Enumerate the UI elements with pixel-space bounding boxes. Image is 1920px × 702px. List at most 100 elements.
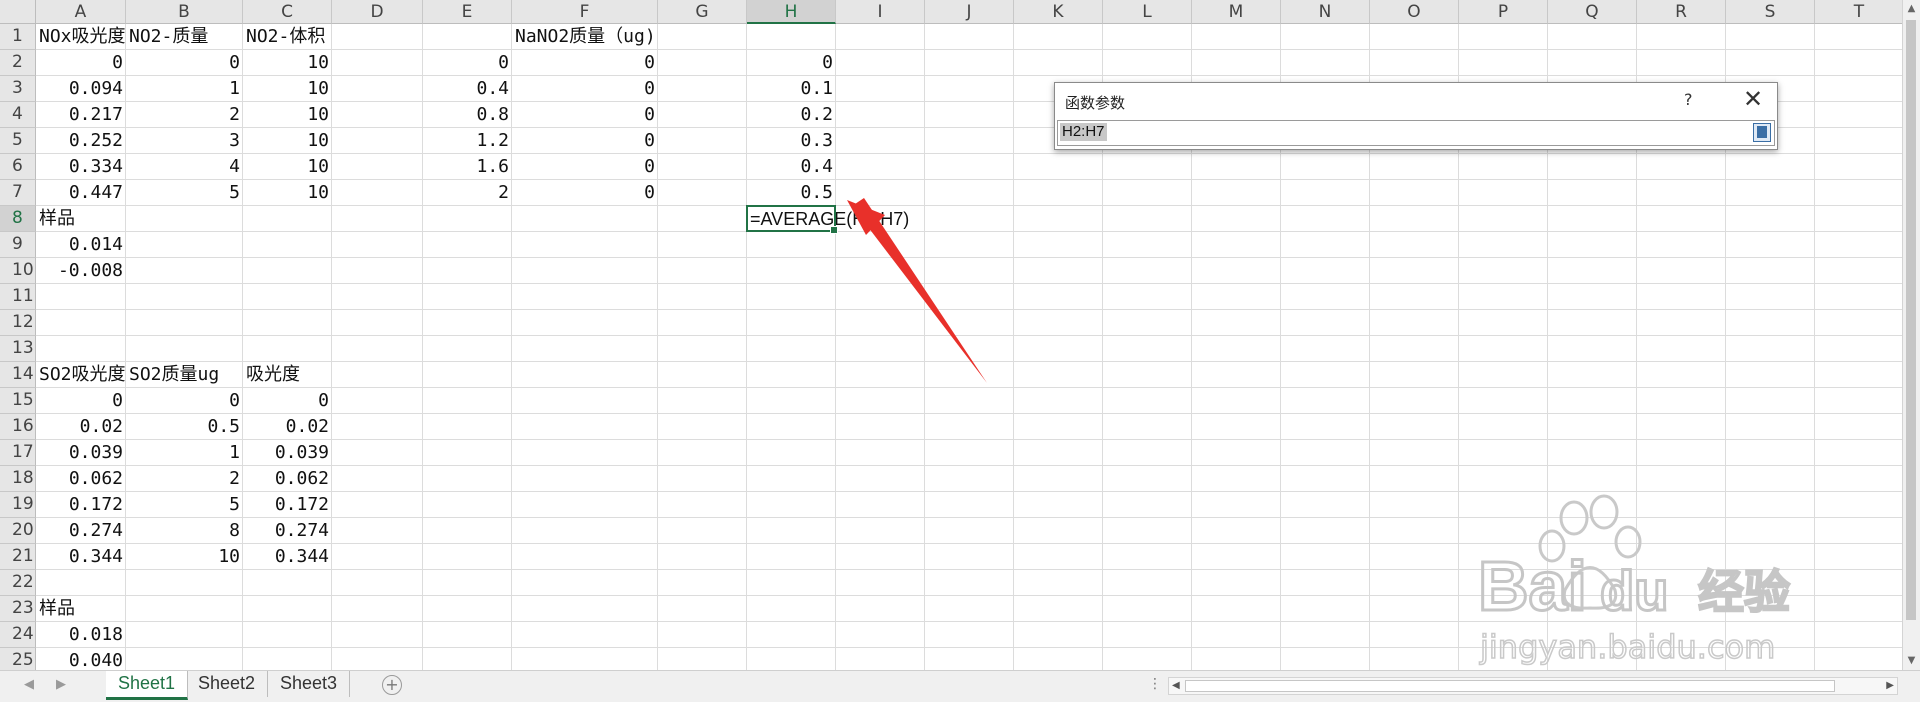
cell-a10[interactable]: -0.008 xyxy=(36,258,126,284)
row-header-18[interactable]: 18 xyxy=(0,466,36,492)
cell-c5[interactable]: 10 xyxy=(243,128,332,154)
cell-c18[interactable]: 0.062 xyxy=(243,466,332,492)
range-input-field[interactable]: H2:H7 xyxy=(1057,120,1775,146)
column-header-a[interactable]: A xyxy=(36,0,126,24)
scroll-left-icon[interactable]: ◀ xyxy=(1172,678,1180,694)
row-header-6[interactable]: 6 xyxy=(0,154,36,180)
tab-sheet2[interactable]: Sheet2 xyxy=(186,671,269,697)
row-header-2[interactable]: 2 xyxy=(0,50,36,76)
cell-a2[interactable]: 0 xyxy=(36,50,126,76)
add-sheet-icon[interactable]: + xyxy=(382,675,402,695)
cell-a20[interactable]: 0.274 xyxy=(36,518,126,544)
cell-f2[interactable]: 0 xyxy=(512,50,658,76)
cell-e4[interactable]: 0.8 xyxy=(423,102,512,128)
scroll-up-icon[interactable]: ▲ xyxy=(1903,0,1920,18)
select-all-corner[interactable] xyxy=(0,0,36,24)
cell-b5[interactable]: 3 xyxy=(126,128,243,154)
cell-a9[interactable]: 0.014 xyxy=(36,232,126,258)
column-header-k[interactable]: K xyxy=(1014,0,1103,24)
row-header-11[interactable]: 11 xyxy=(0,284,36,310)
cell-a6[interactable]: 0.334 xyxy=(36,154,126,180)
cell-e5[interactable]: 1.2 xyxy=(423,128,512,154)
cell-e7[interactable]: 2 xyxy=(423,180,512,206)
cell-a21[interactable]: 0.344 xyxy=(36,544,126,570)
cell-h3[interactable]: 0.1 xyxy=(747,76,836,102)
cell-h7[interactable]: 0.5 xyxy=(747,180,836,206)
column-header-q[interactable]: Q xyxy=(1548,0,1637,24)
column-header-d[interactable]: D xyxy=(332,0,423,24)
column-header-j[interactable]: J xyxy=(925,0,1014,24)
cell-e6[interactable]: 1.6 xyxy=(423,154,512,180)
range-input-value[interactable]: H2:H7 xyxy=(1060,123,1107,141)
cell-f4[interactable]: 0 xyxy=(512,102,658,128)
cell-c2[interactable]: 10 xyxy=(243,50,332,76)
cell-c6[interactable]: 10 xyxy=(243,154,332,180)
row-header-21[interactable]: 21 xyxy=(0,544,36,570)
row-header-23[interactable]: 23 xyxy=(0,596,36,622)
fill-handle[interactable] xyxy=(830,226,838,234)
function-arguments-dialog[interactable]: 函数参数 ? ✕ H2:H7 xyxy=(1054,82,1778,150)
horizontal-scroll-thumb[interactable] xyxy=(1185,680,1835,692)
cell-h6[interactable]: 0.4 xyxy=(747,154,836,180)
column-header-n[interactable]: N xyxy=(1281,0,1370,24)
cell-b3[interactable]: 1 xyxy=(126,76,243,102)
vertical-scrollbar[interactable]: ▲ ▼ xyxy=(1902,0,1920,670)
row-header-22[interactable]: 22 xyxy=(0,570,36,596)
row-header-19[interactable]: 19 xyxy=(0,492,36,518)
cell-b7[interactable]: 5 xyxy=(126,180,243,206)
collapse-dialog-icon[interactable] xyxy=(1753,123,1771,142)
column-header-m[interactable]: M xyxy=(1192,0,1281,24)
row-header-10[interactable]: 10 xyxy=(0,258,36,284)
cell-a3[interactable]: 0.094 xyxy=(36,76,126,102)
cell-a15[interactable]: 0 xyxy=(36,388,126,414)
cell-c14[interactable]: 吸光度 xyxy=(243,362,332,388)
cell-a14[interactable]: SO2吸光度 xyxy=(36,362,126,388)
cell-a4[interactable]: 0.217 xyxy=(36,102,126,128)
row-header-9[interactable]: 9 xyxy=(0,232,36,258)
row-header-16[interactable]: 16 xyxy=(0,414,36,440)
cell-b1[interactable]: NO2-质量 xyxy=(126,24,243,50)
cell-b15[interactable]: 0 xyxy=(126,388,243,414)
row-header-8[interactable]: 8 xyxy=(0,206,36,232)
cell-b16[interactable]: 0.5 xyxy=(126,414,243,440)
column-header-l[interactable]: L xyxy=(1103,0,1192,24)
close-icon[interactable]: ✕ xyxy=(1743,85,1763,113)
row-header-5[interactable]: 5 xyxy=(0,128,36,154)
row-header-3[interactable]: 3 xyxy=(0,76,36,102)
cell-b18[interactable]: 2 xyxy=(126,466,243,492)
cell-b6[interactable]: 4 xyxy=(126,154,243,180)
cell-b20[interactable]: 8 xyxy=(126,518,243,544)
cell-a25[interactable]: 0.040 xyxy=(36,648,126,670)
cell-b19[interactable]: 5 xyxy=(126,492,243,518)
cell-a19[interactable]: 0.172 xyxy=(36,492,126,518)
column-header-r[interactable]: R xyxy=(1637,0,1726,24)
row-header-20[interactable]: 20 xyxy=(0,518,36,544)
tab-sheet1[interactable]: Sheet1 xyxy=(106,671,189,700)
vertical-scroll-thumb[interactable] xyxy=(1906,20,1916,620)
cell-a5[interactable]: 0.252 xyxy=(36,128,126,154)
horizontal-scrollbar[interactable]: ◀ ▶ xyxy=(1168,677,1898,695)
scroll-right-icon[interactable]: ▶ xyxy=(1886,678,1894,694)
column-header-f[interactable]: F xyxy=(512,0,658,24)
row-header-4[interactable]: 4 xyxy=(0,102,36,128)
cell-c4[interactable]: 10 xyxy=(243,102,332,128)
column-header-s[interactable]: S xyxy=(1726,0,1815,24)
column-header-g[interactable]: G xyxy=(658,0,747,24)
row-header-1[interactable]: 1 xyxy=(0,24,36,50)
row-header-13[interactable]: 13 xyxy=(0,336,36,362)
cell-h2[interactable]: 0 xyxy=(747,50,836,76)
active-cell-border[interactable] xyxy=(746,205,838,234)
cell-a24[interactable]: 0.018 xyxy=(36,622,126,648)
cell-c19[interactable]: 0.172 xyxy=(243,492,332,518)
cell-f1[interactable]: NaNO2质量（ug) xyxy=(512,24,658,50)
prev-sheet-icon[interactable]: ◀ xyxy=(24,677,34,692)
tab-sheet3[interactable]: Sheet3 xyxy=(268,671,351,697)
cell-f6[interactable]: 0 xyxy=(512,154,658,180)
cell-b2[interactable]: 0 xyxy=(126,50,243,76)
cell-c3[interactable]: 10 xyxy=(243,76,332,102)
cell-a1[interactable]: NOx吸光度 xyxy=(36,24,126,50)
cell-b4[interactable]: 2 xyxy=(126,102,243,128)
cell-b17[interactable]: 1 xyxy=(126,440,243,466)
cell-b14[interactable]: SO2质量ug xyxy=(126,362,243,388)
column-header-c[interactable]: C xyxy=(243,0,332,24)
